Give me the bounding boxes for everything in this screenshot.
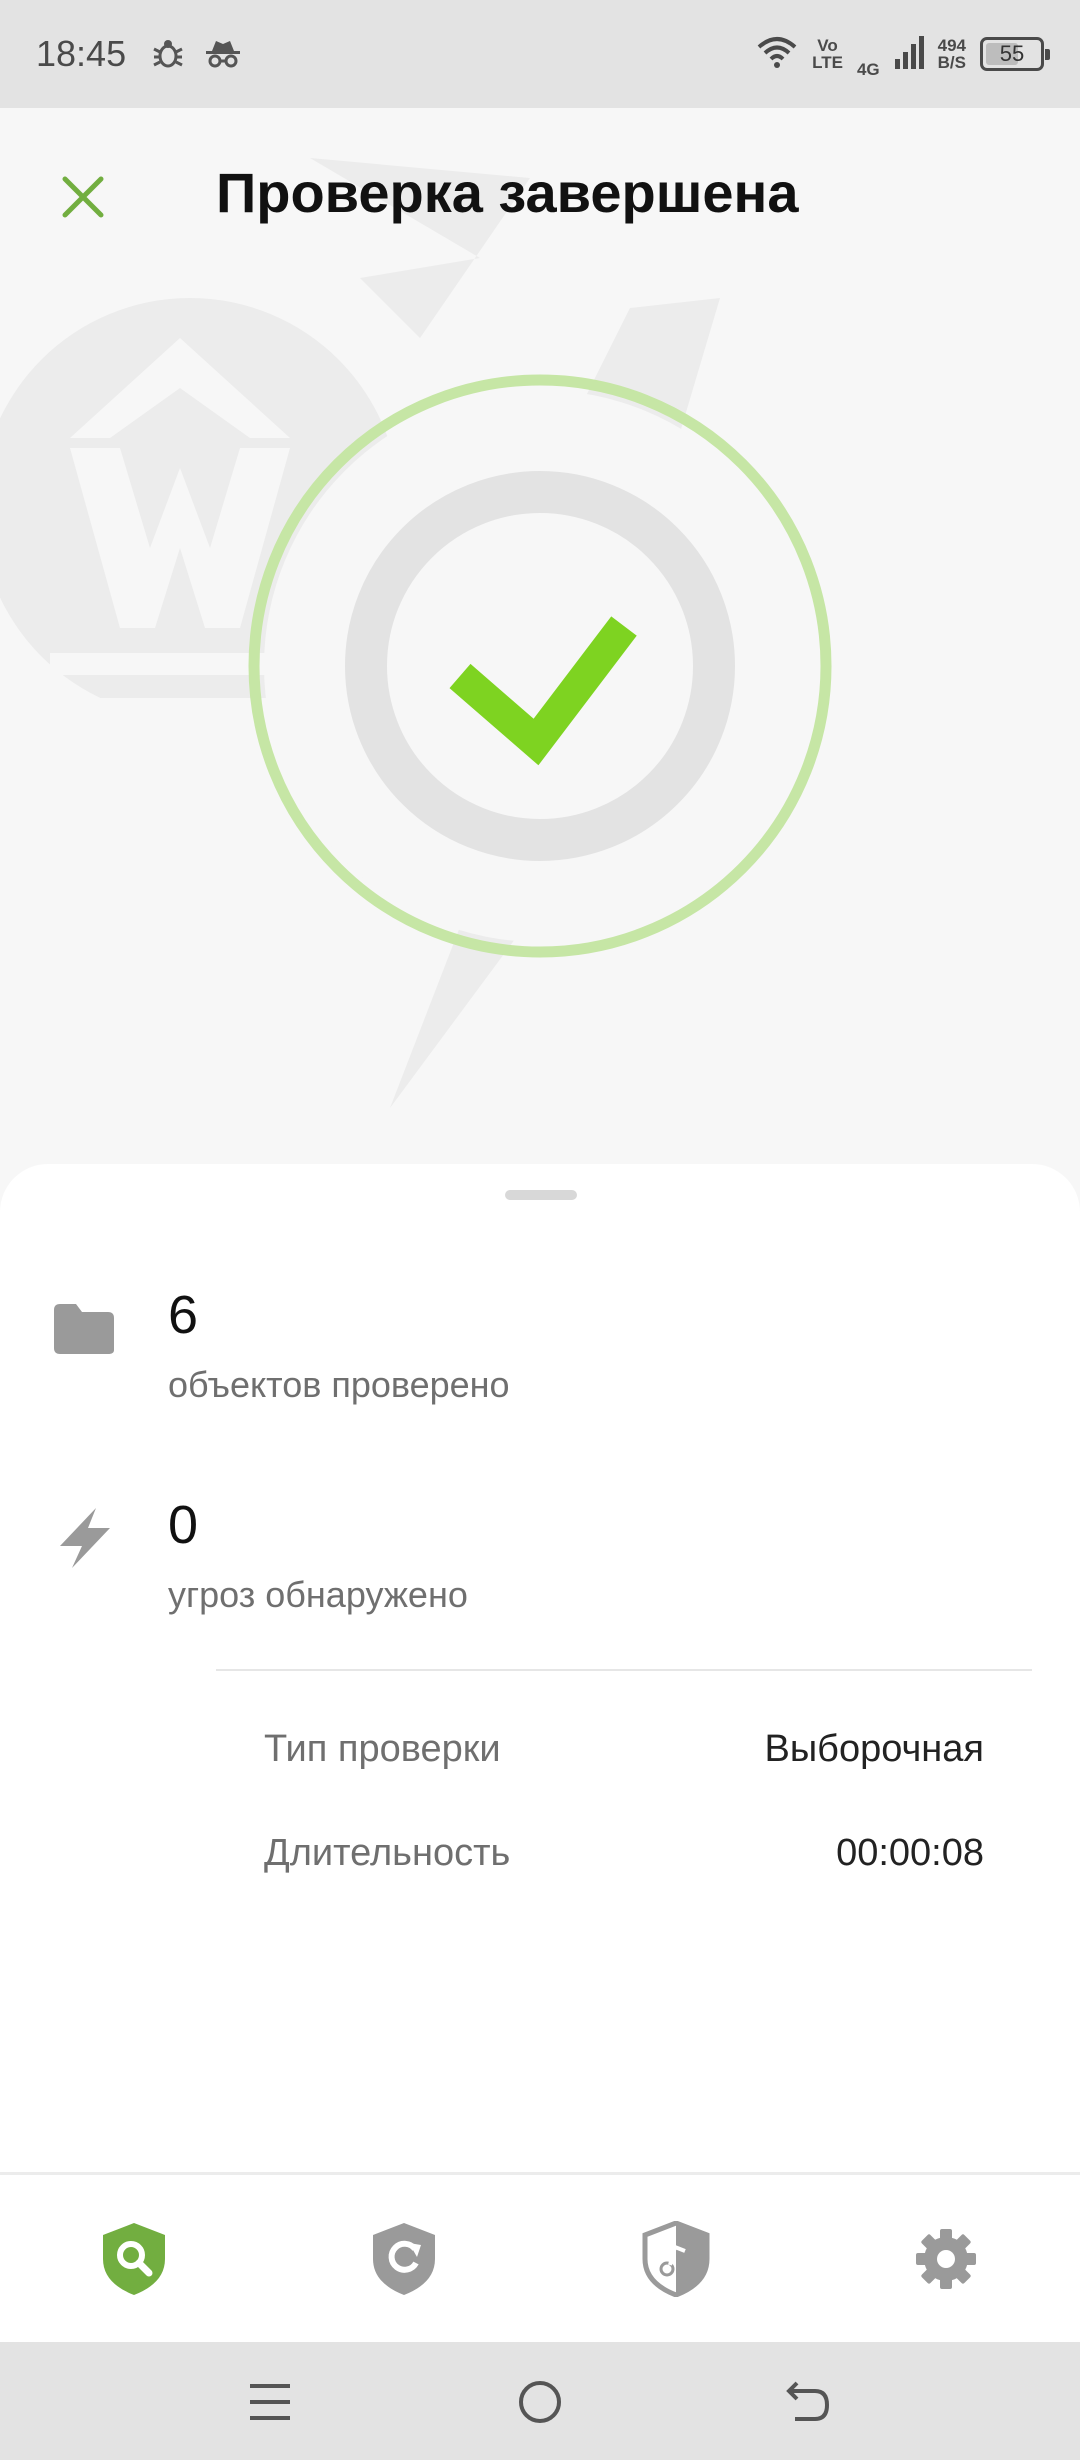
status-system-icons: Vo LTE 4G 494 B/S 55 — [756, 28, 1050, 80]
status-notification-icons — [150, 37, 242, 71]
page-title: Проверка завершена — [216, 161, 799, 224]
duration-label: Длительность — [264, 1832, 511, 1874]
scan-complete-graphic — [248, 374, 832, 958]
gear-icon — [916, 2229, 976, 2289]
battery-level: 55 — [999, 41, 1025, 66]
home-icon — [519, 2381, 561, 2423]
shield-firewall-icon — [642, 2221, 710, 2297]
close-button[interactable] — [50, 164, 116, 230]
detail-row-duration: Длительность 00:00:08 — [264, 1832, 984, 1882]
volte-indicator: Vo LTE — [812, 37, 843, 71]
nav-scanner[interactable] — [84, 2209, 184, 2309]
battery-indicator: 55 — [980, 37, 1050, 71]
threats-label: угроз обнаружено — [168, 1574, 468, 1615]
close-icon — [62, 176, 104, 218]
shield-search-icon — [103, 2223, 165, 2295]
scan-result-hero: Проверка завершена — [0, 108, 1080, 1168]
signal-icon — [894, 35, 924, 74]
bottom-navigation — [0, 2172, 1080, 2342]
network-type: 4G — [856, 60, 880, 79]
scan-type-value: Выборочная — [764, 1728, 984, 1770]
incognito-icon — [204, 39, 242, 69]
duration-value: 00:00:08 — [836, 1832, 984, 1874]
sheet-drag-handle[interactable] — [505, 1190, 577, 1200]
scanned-label: объектов проверено — [168, 1364, 510, 1405]
network-speed-unit: B/S — [937, 53, 966, 72]
scan-type-label: Тип проверки — [264, 1728, 501, 1770]
status-bar: 18:45 Vo LTE 4G 494 B/S 55 — [0, 0, 1080, 108]
system-back-button[interactable] — [778, 2372, 838, 2432]
bug-icon — [150, 37, 186, 71]
scanned-count: 6 — [168, 1285, 199, 1345]
nav-update[interactable] — [354, 2209, 454, 2309]
menu-icon — [250, 2384, 290, 2420]
folder-icon — [54, 1304, 114, 1354]
wifi-icon — [756, 35, 798, 74]
network-speed-value: 494 — [937, 36, 966, 55]
detail-row-scan-type: Тип проверки Выборочная — [264, 1728, 984, 1778]
volte-top: Vo — [817, 36, 838, 55]
status-time: 18:45 — [36, 33, 127, 74]
nav-firewall[interactable] — [626, 2209, 726, 2309]
nav-settings[interactable] — [896, 2209, 996, 2309]
lightning-icon — [60, 1508, 110, 1568]
shield-update-icon — [373, 2223, 435, 2295]
system-home-button[interactable] — [510, 2372, 570, 2432]
volte-bottom: LTE — [812, 53, 843, 72]
scan-results-sheet: 6 объектов проверено 0 угроз обнаружено … — [0, 1164, 1080, 2174]
divider — [216, 1669, 1032, 1671]
network-speed: 494 B/S — [938, 37, 966, 71]
system-navigation-bar — [0, 2342, 1080, 2460]
system-menu-button[interactable] — [240, 2372, 300, 2432]
back-icon — [786, 2381, 830, 2421]
threats-count: 0 — [168, 1495, 199, 1555]
